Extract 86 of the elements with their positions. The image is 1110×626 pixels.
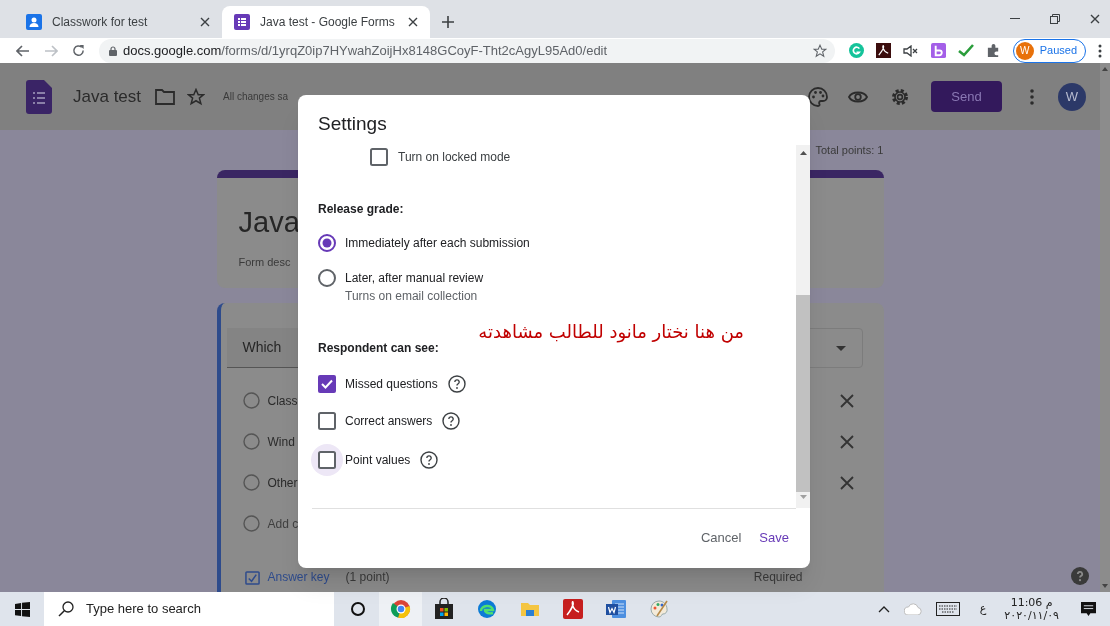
option-label: Point values: [345, 452, 411, 469]
avatar[interactable]: W: [1058, 82, 1086, 111]
shopping-bag-icon[interactable]: [432, 598, 455, 620]
wave-globe-icon[interactable]: [475, 598, 498, 620]
letter-b-icon[interactable]: [930, 43, 946, 58]
puzzle-icon[interactable]: [985, 43, 1001, 58]
notification-icon[interactable]: [1081, 601, 1096, 617]
page-scrollbar[interactable]: [1100, 63, 1110, 592]
new-tab-icon[interactable]: [442, 16, 454, 28]
browser-icon[interactable]: [389, 598, 412, 620]
radio-icon: [242, 515, 260, 532]
folder-icon[interactable]: [155, 88, 176, 105]
add-option-text[interactable]: Add c: [267, 514, 299, 533]
settings-icon[interactable]: [890, 86, 910, 107]
checkbox[interactable]: [370, 148, 388, 166]
browser-tab[interactable]: Java test - Google Forms: [222, 6, 430, 38]
checkbox[interactable]: [318, 375, 336, 393]
option-label: Turn on locked mode: [398, 149, 511, 166]
radio-button[interactable]: [318, 269, 336, 287]
option-label: Missed questions: [345, 376, 438, 393]
option-text[interactable]: Wind: [267, 432, 295, 451]
total-points: Total points: 1: [815, 142, 885, 158]
caret-icon: [835, 345, 846, 351]
checkmark-icon[interactable]: [957, 44, 974, 57]
language-indicator[interactable]: ع: [979, 600, 987, 618]
section-heading: Release grade:: [318, 201, 404, 218]
required-label: Required: [753, 569, 803, 586]
save-status: All changes sa: [223, 90, 289, 104]
close-icon[interactable]: [1090, 14, 1100, 24]
option-note: Turns on email collection: [345, 288, 479, 304]
help-icon[interactable]: [442, 412, 461, 430]
keyboard-icon[interactable]: [935, 602, 960, 616]
chevron-up-icon[interactable]: [877, 605, 890, 613]
checkbox[interactable]: [318, 412, 336, 430]
close-icon[interactable]: [200, 17, 210, 27]
dialog-scrollbar[interactable]: [796, 145, 810, 508]
cancel-button[interactable]: Cancel: [693, 523, 749, 553]
clock[interactable]: 11:06 م ٢٠٢٠/١١/٠٩: [1004, 596, 1059, 622]
radio-icon: [242, 392, 260, 409]
document-icon[interactable]: [604, 598, 627, 620]
radio-icon: [242, 433, 260, 450]
list-document-icon: [234, 14, 250, 30]
radio-icon: [242, 474, 260, 491]
radio-button[interactable]: [318, 234, 336, 252]
star-icon[interactable]: [187, 87, 206, 106]
eye-icon[interactable]: [848, 89, 868, 104]
muted-speaker-icon[interactable]: [902, 44, 919, 57]
section-heading: Respondent can see:: [318, 340, 439, 357]
points-text: (1 point): [345, 569, 390, 586]
lock-icon: [109, 45, 117, 56]
dialog-title: Settings: [317, 112, 388, 136]
form-title[interactable]: Java test: [73, 83, 142, 110]
option-label: Correct answers: [345, 413, 433, 430]
star-icon[interactable]: [812, 43, 827, 58]
paint-palette-icon[interactable]: [647, 598, 670, 620]
reload-icon[interactable]: [72, 44, 85, 57]
avatar-icon: W: [1015, 41, 1034, 60]
help-icon[interactable]: [420, 451, 439, 469]
help-icon[interactable]: [447, 375, 466, 393]
url-path: /forms/d/1yrqZ0ip7HYwahZoijHx8148GCoyF-Tht2cAgyL95Ad0/edit: [221, 41, 609, 60]
windows-logo-icon[interactable]: [14, 601, 30, 617]
url-host: docs.google.com: [123, 41, 222, 60]
search-icon: [58, 601, 74, 617]
close-icon[interactable]: [408, 17, 418, 27]
scroll-up-arrow-icon[interactable]: [799, 151, 807, 155]
pdf-icon[interactable]: [875, 43, 891, 58]
search-field[interactable]: Type here to search: [44, 592, 334, 626]
address-bar[interactable]: docs.google.com/forms/d/1yrqZ0ip7HYwahZoijHx8148GCoyF-Tht2cAgyL95Ad0/edit: [99, 38, 835, 63]
save-button[interactable]: Save: [752, 523, 796, 553]
person-tile-icon: [26, 14, 42, 30]
restore-icon[interactable]: [1050, 14, 1060, 24]
send-button[interactable]: Send: [931, 81, 1002, 112]
option-text[interactable]: Other: [267, 473, 298, 492]
option-label: Later, after manual review: [345, 270, 484, 287]
checkbox[interactable]: [318, 451, 336, 469]
list-document-icon[interactable]: [26, 79, 52, 114]
minimize-icon[interactable]: [1010, 18, 1020, 20]
option-text[interactable]: Class: [267, 391, 298, 410]
annotation-text: من هنا نختار مانود للطالب مشاهدته: [477, 320, 744, 344]
palette-icon[interactable]: [808, 86, 828, 107]
checklist-icon[interactable]: [244, 569, 260, 585]
option-label: Immediately after each submission: [345, 235, 530, 252]
scroll-down-arrow-icon[interactable]: [1102, 584, 1108, 588]
back-icon[interactable]: [16, 44, 30, 57]
scroll-up-arrow-icon[interactable]: [1102, 67, 1108, 71]
more-icon[interactable]: [1098, 43, 1102, 58]
